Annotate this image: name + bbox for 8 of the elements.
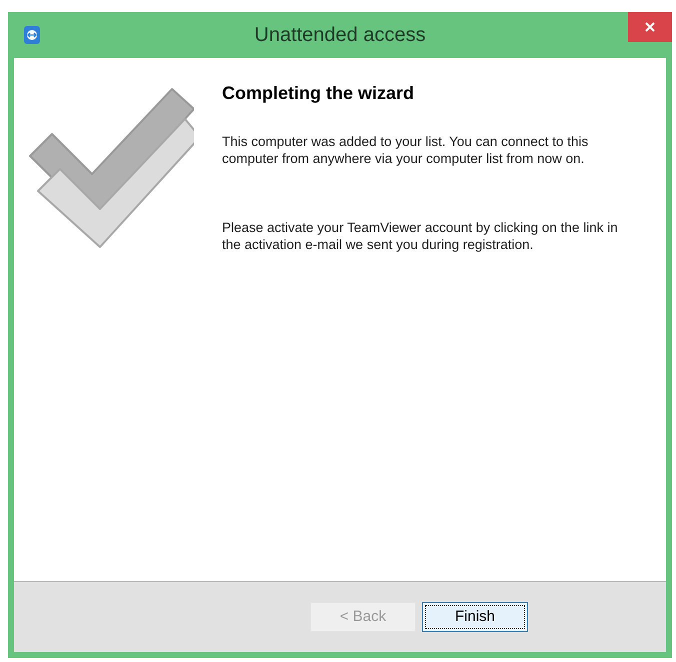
info-paragraph: This computer was added to your list. You can connect to this computer from anywhere via your computer list from now on.: [222, 133, 590, 167]
close-icon: [645, 22, 655, 32]
close-button[interactable]: [628, 12, 672, 42]
window-title: Unattended access: [253, 23, 427, 48]
info-paragraph: Please activate your TeamViewer account by clicking on the link in the activation e-mail we sent you during registration.: [222, 219, 619, 253]
finish-button[interactable]: Finish: [422, 602, 528, 632]
app-logo-icon: [24, 26, 40, 44]
wizard-heading: Completing the wizard: [222, 82, 416, 105]
